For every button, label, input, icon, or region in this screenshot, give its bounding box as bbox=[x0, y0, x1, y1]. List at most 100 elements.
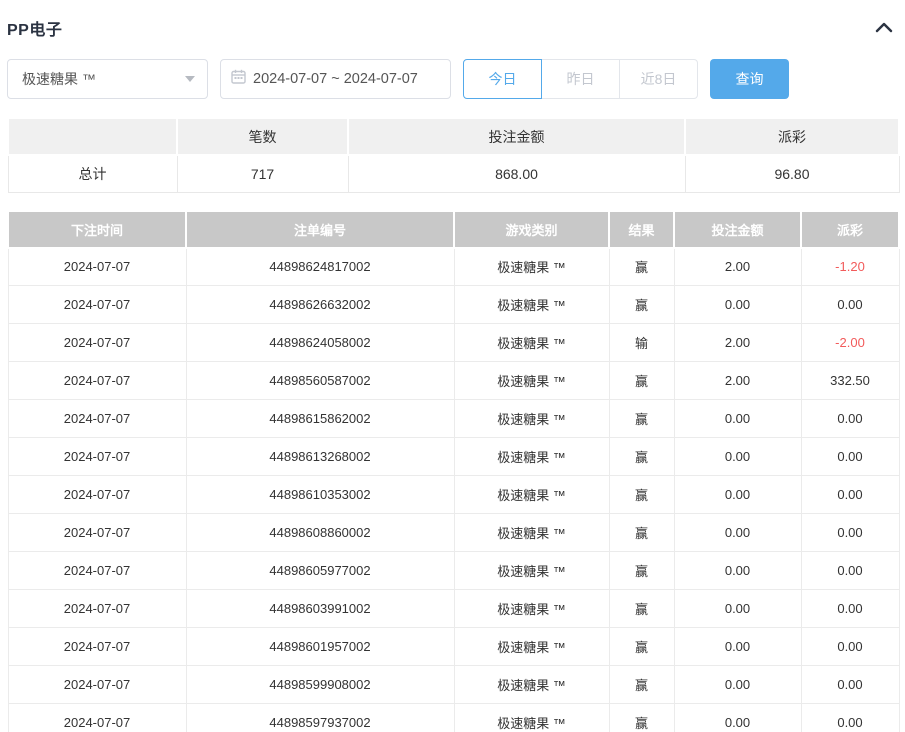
payout-cell: 0.00 bbox=[801, 552, 899, 590]
summary-total-payout: 96.80 bbox=[685, 155, 899, 192]
bet-time-cell: 2024-07-07 bbox=[8, 590, 186, 628]
result-cell: 赢 bbox=[609, 704, 674, 732]
bet-time-cell: 2024-07-07 bbox=[8, 476, 186, 514]
game-type-cell: 极速糖果 ™ bbox=[454, 628, 609, 666]
result-cell: 赢 bbox=[609, 476, 674, 514]
order-no-cell: 44898624058002 bbox=[186, 324, 454, 362]
order-no-cell: 44898610353002 bbox=[186, 476, 454, 514]
bet-time-cell: 2024-07-07 bbox=[8, 438, 186, 476]
chevron-up-icon bbox=[874, 20, 894, 37]
game-type-cell: 极速糖果 ™ bbox=[454, 400, 609, 438]
order-no-cell: 44898608860002 bbox=[186, 514, 454, 552]
bet-time-cell: 2024-07-07 bbox=[8, 286, 186, 324]
payout-cell: 0.00 bbox=[801, 704, 899, 732]
table-row: 2024-07-0744898626632002极速糖果 ™赢0.000.00 bbox=[8, 286, 899, 324]
records-table: 下注时间 注单编号 游戏类别 结果 投注金额 派彩 2024-07-074489… bbox=[7, 210, 900, 732]
search-button[interactable]: 查询 bbox=[710, 59, 789, 99]
records-body: 2024-07-0744898624817002极速糖果 ™赢2.00-1.20… bbox=[8, 248, 899, 732]
bet-amount-cell: 0.00 bbox=[674, 704, 801, 732]
summary-total-row: 总计 717 868.00 96.80 bbox=[8, 155, 899, 192]
table-row: 2024-07-0744898560587002极速糖果 ™赢2.00332.5… bbox=[8, 362, 899, 400]
quick-range-yesterday[interactable]: 昨日 bbox=[541, 59, 620, 99]
bet-time-cell: 2024-07-07 bbox=[8, 514, 186, 552]
order-no-cell: 44898624817002 bbox=[186, 248, 454, 286]
result-cell: 赢 bbox=[609, 628, 674, 666]
table-row: 2024-07-0744898624058002极速糖果 ™输2.00-2.00 bbox=[8, 324, 899, 362]
records-header-game-type: 游戏类别 bbox=[454, 211, 609, 248]
bet-amount-cell: 0.00 bbox=[674, 514, 801, 552]
game-select[interactable]: 极速糖果 ™ bbox=[7, 59, 208, 99]
bet-amount-cell: 0.00 bbox=[674, 666, 801, 704]
bet-amount-cell: 0.00 bbox=[674, 552, 801, 590]
order-no-cell: 44898603991002 bbox=[186, 590, 454, 628]
bet-time-cell: 2024-07-07 bbox=[8, 552, 186, 590]
payout-cell: 0.00 bbox=[801, 514, 899, 552]
summary-header-row: 笔数 投注金额 派彩 bbox=[8, 118, 899, 155]
table-row: 2024-07-0744898599908002极速糖果 ™赢0.000.00 bbox=[8, 666, 899, 704]
game-type-cell: 极速糖果 ™ bbox=[454, 286, 609, 324]
records-header-bet-time: 下注时间 bbox=[8, 211, 186, 248]
summary-header-count: 笔数 bbox=[177, 118, 348, 155]
payout-cell: 0.00 bbox=[801, 628, 899, 666]
summary-header-payout: 派彩 bbox=[685, 118, 899, 155]
summary-total-bet-amount: 868.00 bbox=[348, 155, 685, 192]
game-type-cell: 极速糖果 ™ bbox=[454, 666, 609, 704]
payout-cell: 332.50 bbox=[801, 362, 899, 400]
bet-amount-cell: 0.00 bbox=[674, 286, 801, 324]
collapse-button[interactable] bbox=[870, 18, 898, 39]
quick-range-last8days[interactable]: 近8日 bbox=[619, 59, 698, 99]
table-row: 2024-07-0744898613268002极速糖果 ™赢0.000.00 bbox=[8, 438, 899, 476]
bet-amount-cell: 0.00 bbox=[674, 400, 801, 438]
bet-time-cell: 2024-07-07 bbox=[8, 400, 186, 438]
game-select-value: 极速糖果 ™ bbox=[22, 69, 96, 89]
payout-cell: 0.00 bbox=[801, 666, 899, 704]
records-header-order-no: 注单编号 bbox=[186, 211, 454, 248]
result-cell: 赢 bbox=[609, 248, 674, 286]
payout-cell: 0.00 bbox=[801, 400, 899, 438]
records-header-bet-amount: 投注金额 bbox=[674, 211, 801, 248]
order-no-cell: 44898597937002 bbox=[186, 704, 454, 732]
order-no-cell: 44898601957002 bbox=[186, 628, 454, 666]
date-range-input[interactable]: 2024-07-07 ~ 2024-07-07 bbox=[220, 59, 451, 99]
table-row: 2024-07-0744898615862002极速糖果 ™赢0.000.00 bbox=[8, 400, 899, 438]
table-row: 2024-07-0744898597937002极速糖果 ™赢0.000.00 bbox=[8, 704, 899, 732]
bet-amount-cell: 2.00 bbox=[674, 362, 801, 400]
order-no-cell: 44898599908002 bbox=[186, 666, 454, 704]
records-header-payout: 派彩 bbox=[801, 211, 899, 248]
bet-amount-cell: 0.00 bbox=[674, 476, 801, 514]
calendar-icon bbox=[231, 69, 246, 89]
table-row: 2024-07-0744898601957002极速糖果 ™赢0.000.00 bbox=[8, 628, 899, 666]
bet-amount-cell: 2.00 bbox=[674, 324, 801, 362]
quick-range-today[interactable]: 今日 bbox=[463, 59, 542, 99]
result-cell: 赢 bbox=[609, 362, 674, 400]
caret-down-icon bbox=[185, 76, 195, 82]
bet-amount-cell: 0.00 bbox=[674, 628, 801, 666]
order-no-cell: 44898613268002 bbox=[186, 438, 454, 476]
result-cell: 输 bbox=[609, 324, 674, 362]
table-row: 2024-07-0744898605977002极速糖果 ™赢0.000.00 bbox=[8, 552, 899, 590]
quick-range-group: 今日昨日近8日 bbox=[463, 59, 698, 99]
game-type-cell: 极速糖果 ™ bbox=[454, 704, 609, 732]
table-row: 2024-07-0744898610353002极速糖果 ™赢0.000.00 bbox=[8, 476, 899, 514]
result-cell: 赢 bbox=[609, 552, 674, 590]
game-type-cell: 极速糖果 ™ bbox=[454, 514, 609, 552]
result-cell: 赢 bbox=[609, 666, 674, 704]
bet-amount-cell: 2.00 bbox=[674, 248, 801, 286]
order-no-cell: 44898560587002 bbox=[186, 362, 454, 400]
pp-electronic-panel: PP电子 极速糖果 ™ bbox=[0, 0, 905, 732]
page-title: PP电子 bbox=[7, 16, 62, 40]
game-type-cell: 极速糖果 ™ bbox=[454, 362, 609, 400]
bet-time-cell: 2024-07-07 bbox=[8, 362, 186, 400]
filter-bar: 极速糖果 ™ 2024-07-07 ~ 2024-07-07 今日昨日近8日 查… bbox=[7, 59, 898, 99]
summary-header-blank bbox=[8, 118, 177, 155]
result-cell: 赢 bbox=[609, 514, 674, 552]
result-cell: 赢 bbox=[609, 286, 674, 324]
order-no-cell: 44898615862002 bbox=[186, 400, 454, 438]
payout-cell: 0.00 bbox=[801, 590, 899, 628]
bet-time-cell: 2024-07-07 bbox=[8, 704, 186, 732]
summary-table: 笔数 投注金额 派彩 总计 717 868.00 96.80 bbox=[7, 117, 900, 193]
panel-header: PP电子 bbox=[7, 0, 898, 42]
records-header-row: 下注时间 注单编号 游戏类别 结果 投注金额 派彩 bbox=[8, 211, 899, 248]
bet-time-cell: 2024-07-07 bbox=[8, 248, 186, 286]
bet-amount-cell: 0.00 bbox=[674, 438, 801, 476]
